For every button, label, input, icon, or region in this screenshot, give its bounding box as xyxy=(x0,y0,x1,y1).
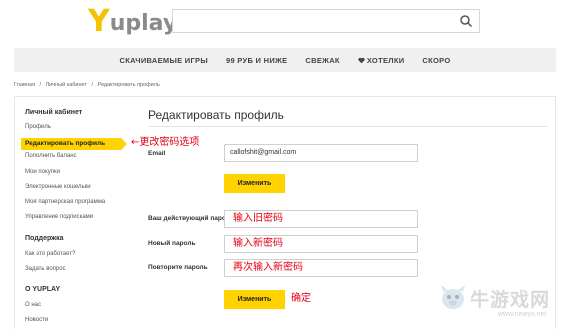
title-divider xyxy=(148,126,548,127)
sidebar-item-how-it-works[interactable]: Как это работает? xyxy=(25,251,75,257)
annotation-repeat-password: 再次输入新密码 xyxy=(233,262,303,273)
breadcrumb-account[interactable]: Личный кабинет xyxy=(46,82,87,88)
breadcrumb-home[interactable]: Главная xyxy=(14,82,35,88)
logo-y-letter: Y xyxy=(88,4,110,39)
sidebar-heading-about: О YUPLAY xyxy=(25,286,61,293)
sidebar-heading-support: Поддержка xyxy=(25,235,64,242)
nav-item-99-rub[interactable]: 99 РУБ И НИЖЕ xyxy=(217,56,296,65)
breadcrumb: Главная / Личный кабинет / Редактировать… xyxy=(14,82,163,88)
sidebar-item-about-us[interactable]: О нас xyxy=(25,302,41,308)
sidebar-item-edit-profile[interactable]: Редактировать профиль xyxy=(21,138,127,150)
sidebar-item-purchases[interactable]: Мои покупки xyxy=(25,169,60,175)
nav-item-coming-soon[interactable]: СКОРО xyxy=(413,56,459,65)
logo-text: uplay xyxy=(109,11,178,36)
annotation-sidebar-note: ←更改密码选项 xyxy=(131,137,200,148)
breadcrumb-separator: / xyxy=(39,82,41,88)
sidebar-item-subscriptions[interactable]: Управление подписками xyxy=(25,214,93,220)
sidebar-item-top-up[interactable]: Пополнить баланс xyxy=(25,153,77,159)
sidebar-item-wallets[interactable]: Электронные кошельки xyxy=(25,184,91,190)
annotation-new-password: 输入新密码 xyxy=(233,238,283,249)
annotation-current-password: 输入旧密码 xyxy=(233,213,283,224)
sidebar-item-ask-question[interactable]: Задать вопрос xyxy=(25,266,66,272)
yuplay-logo[interactable]: Y uplay xyxy=(88,4,178,39)
search-input[interactable] xyxy=(172,9,480,33)
sidebar-item-news[interactable]: Новости xyxy=(25,317,48,323)
main-nav: СКАЧИВАЕМЫЕ ИГРЫ 99 РУБ И НИЖЕ СВЕЖАК ХО… xyxy=(14,48,556,72)
breadcrumb-current: Редактировать профиль xyxy=(97,82,160,88)
watermark-mascot-icon xyxy=(441,285,465,309)
new-password-label: Новый пароль xyxy=(148,240,196,247)
heart-icon xyxy=(358,57,365,63)
annotation-confirm: 确定 xyxy=(291,293,311,304)
page-title: Редактировать профиль xyxy=(148,108,284,122)
sidebar-item-affiliate[interactable]: Моя партнерская программа xyxy=(25,199,105,205)
watermark-url: www.newyx.net xyxy=(498,311,547,318)
sidebar-item-profile[interactable]: Профиль xyxy=(25,124,51,130)
change-email-button[interactable]: Изменить xyxy=(224,174,285,193)
current-password-label: Ваш действующий пароль xyxy=(148,215,234,222)
repeat-password-label: Повторите пароль xyxy=(148,264,208,271)
nav-item-wishlist[interactable]: ХОТЕЛКИ xyxy=(349,56,414,65)
email-label: Email xyxy=(148,150,166,157)
nav-item-fresh[interactable]: СВЕЖАК xyxy=(296,56,348,65)
email-field[interactable]: callofshit@gmail.com xyxy=(224,144,418,162)
search-icon[interactable] xyxy=(459,14,473,28)
breadcrumb-separator: / xyxy=(91,82,93,88)
nav-item-downloadable-games[interactable]: СКАЧИВАЕМЫЕ ИГРЫ xyxy=(111,56,217,65)
sidebar-heading-account: Личный кабинет xyxy=(25,109,83,116)
change-password-button[interactable]: Изменить xyxy=(224,290,285,309)
watermark-text: 牛游戏网 xyxy=(470,289,551,311)
